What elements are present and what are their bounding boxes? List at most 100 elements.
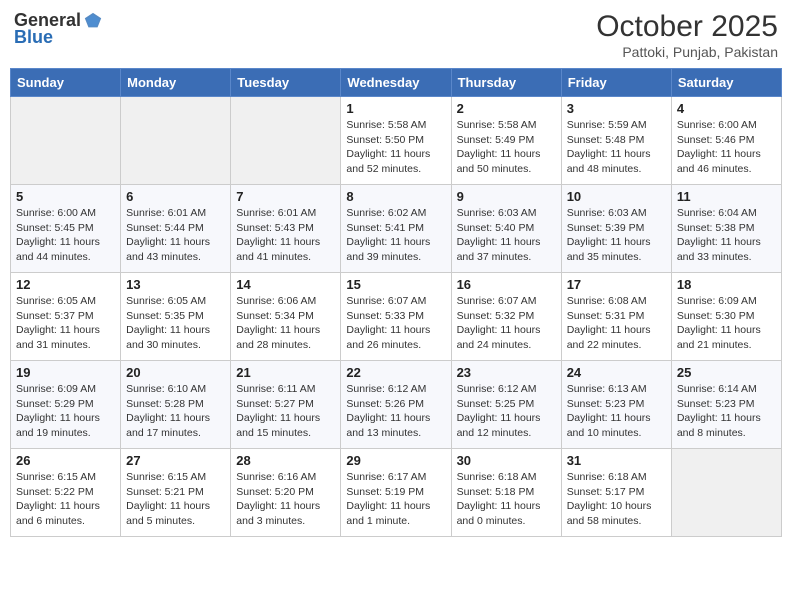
- day-number: 12: [16, 277, 115, 292]
- weekday-header-thursday: Thursday: [451, 69, 561, 97]
- day-number: 9: [457, 189, 556, 204]
- weekday-header-wednesday: Wednesday: [341, 69, 451, 97]
- day-number: 4: [677, 101, 776, 116]
- calendar-cell: 6Sunrise: 6:01 AM Sunset: 5:44 PM Daylig…: [121, 185, 231, 273]
- day-number: 14: [236, 277, 335, 292]
- calendar-cell: 29 Sunrise: 6:17 AM Sunset: 5:19 PM Dayli…: [341, 449, 451, 537]
- day-info: Sunrise: 5:58 AM Sunset: 5:49 PM Dayligh…: [457, 118, 556, 177]
- calendar-cell: 25 Sunrise: 6:14 AM Sunset: 5:23 PM Dayli…: [671, 361, 781, 449]
- day-info: Sunrise: 6:05 AM Sunset: 5:35 PM Dayligh…: [126, 294, 225, 353]
- logo-blue-text: Blue: [14, 27, 53, 48]
- calendar-week-5: 26Sunrise: 6:15 AM Sunset: 5:22 PM Dayli…: [11, 449, 782, 537]
- day-number: 18: [677, 277, 776, 292]
- day-info: Sunrise: 6:13 AM Sunset: 5:23 PM Dayligh…: [567, 382, 666, 441]
- day-number: 11: [677, 189, 776, 204]
- day-info: Sunrise: 6:18 AM Sunset: 5:18 PM Dayligh…: [457, 470, 556, 529]
- calendar-cell: 3 Sunrise: 5:59 AM Sunset: 5:48 PM Daylig…: [561, 97, 671, 185]
- day-info: Sunrise: 6:00 AM Sunset: 5:45 PM Dayligh…: [16, 206, 115, 265]
- day-number: 21: [236, 365, 335, 380]
- calendar-cell: 27 Sunrise: 6:15 AM Sunset: 5:21 PM Dayli…: [121, 449, 231, 537]
- logo: General Blue: [14, 10, 103, 48]
- calendar-cell: 12Sunrise: 6:05 AM Sunset: 5:37 PM Dayli…: [11, 273, 121, 361]
- calendar-cell: 19 Sunrise: 6:09 AM Sunset: 5:29 PM Dayli…: [11, 361, 121, 449]
- day-number: 31: [567, 453, 666, 468]
- day-number: 17: [567, 277, 666, 292]
- day-number: 19: [16, 365, 115, 380]
- day-info: Sunrise: 6:18 AM Sunset: 5:17 PM Dayligh…: [567, 470, 666, 529]
- calendar-cell: 31 Sunrise: 6:18 AM Sunset: 5:17 PM Dayli…: [561, 449, 671, 537]
- day-info: Sunrise: 6:16 AM Sunset: 5:20 PM Dayligh…: [236, 470, 335, 529]
- day-info: Sunrise: 6:11 AM Sunset: 5:27 PM Dayligh…: [236, 382, 335, 441]
- day-info: Sunrise: 6:01 AM Sunset: 5:44 PM Dayligh…: [126, 206, 225, 265]
- calendar-cell: 9 Sunrise: 6:03 AM Sunset: 5:40 PM Daylig…: [451, 185, 561, 273]
- day-info: Sunrise: 5:58 AM Sunset: 5:50 PM Dayligh…: [346, 118, 445, 177]
- calendar-week-1: 1 Sunrise: 5:58 AM Sunset: 5:50 PM Daylig…: [11, 97, 782, 185]
- calendar-week-4: 19 Sunrise: 6:09 AM Sunset: 5:29 PM Dayli…: [11, 361, 782, 449]
- day-info: Sunrise: 6:03 AM Sunset: 5:40 PM Dayligh…: [457, 206, 556, 265]
- calendar-cell: 7Sunrise: 6:01 AM Sunset: 5:43 PM Daylig…: [231, 185, 341, 273]
- weekday-header-sunday: Sunday: [11, 69, 121, 97]
- day-number: 26: [16, 453, 115, 468]
- day-number: 1: [346, 101, 445, 116]
- calendar-cell: 10 Sunrise: 6:03 AM Sunset: 5:39 PM Dayli…: [561, 185, 671, 273]
- weekday-header-saturday: Saturday: [671, 69, 781, 97]
- calendar-cell: [11, 97, 121, 185]
- calendar-table: SundayMondayTuesdayWednesdayThursdayFrid…: [10, 68, 782, 537]
- day-info: Sunrise: 6:07 AM Sunset: 5:33 PM Dayligh…: [346, 294, 445, 353]
- day-number: 15: [346, 277, 445, 292]
- calendar-cell: 1 Sunrise: 5:58 AM Sunset: 5:50 PM Daylig…: [341, 97, 451, 185]
- day-info: Sunrise: 6:17 AM Sunset: 5:19 PM Dayligh…: [346, 470, 445, 529]
- day-number: 2: [457, 101, 556, 116]
- calendar-cell: 17 Sunrise: 6:08 AM Sunset: 5:31 PM Dayli…: [561, 273, 671, 361]
- day-info: Sunrise: 6:07 AM Sunset: 5:32 PM Dayligh…: [457, 294, 556, 353]
- calendar-cell: 2 Sunrise: 5:58 AM Sunset: 5:49 PM Daylig…: [451, 97, 561, 185]
- day-number: 13: [126, 277, 225, 292]
- day-info: Sunrise: 6:03 AM Sunset: 5:39 PM Dayligh…: [567, 206, 666, 265]
- calendar-cell: 30 Sunrise: 6:18 AM Sunset: 5:18 PM Dayli…: [451, 449, 561, 537]
- day-info: Sunrise: 6:12 AM Sunset: 5:26 PM Dayligh…: [346, 382, 445, 441]
- calendar-header-row: SundayMondayTuesdayWednesdayThursdayFrid…: [11, 69, 782, 97]
- page-header: General Blue October 2025 Pattoki, Punja…: [10, 10, 782, 60]
- day-info: Sunrise: 6:12 AM Sunset: 5:25 PM Dayligh…: [457, 382, 556, 441]
- calendar-cell: 28Sunrise: 6:16 AM Sunset: 5:20 PM Dayli…: [231, 449, 341, 537]
- logo-flag-icon: [83, 11, 103, 31]
- calendar-cell: [121, 97, 231, 185]
- day-info: Sunrise: 6:09 AM Sunset: 5:30 PM Dayligh…: [677, 294, 776, 353]
- day-info: Sunrise: 6:01 AM Sunset: 5:43 PM Dayligh…: [236, 206, 335, 265]
- calendar-cell: 22 Sunrise: 6:12 AM Sunset: 5:26 PM Dayli…: [341, 361, 451, 449]
- calendar-cell: 21 Sunrise: 6:11 AM Sunset: 5:27 PM Dayli…: [231, 361, 341, 449]
- title-block: October 2025 Pattoki, Punjab, Pakistan: [596, 10, 778, 60]
- location-subtitle: Pattoki, Punjab, Pakistan: [596, 44, 778, 60]
- calendar-cell: [671, 449, 781, 537]
- day-number: 25: [677, 365, 776, 380]
- day-info: Sunrise: 6:10 AM Sunset: 5:28 PM Dayligh…: [126, 382, 225, 441]
- day-number: 29: [346, 453, 445, 468]
- day-number: 3: [567, 101, 666, 116]
- day-number: 30: [457, 453, 556, 468]
- day-number: 22: [346, 365, 445, 380]
- weekday-header-monday: Monday: [121, 69, 231, 97]
- calendar-cell: 15 Sunrise: 6:07 AM Sunset: 5:33 PM Dayli…: [341, 273, 451, 361]
- day-info: Sunrise: 6:15 AM Sunset: 5:21 PM Dayligh…: [126, 470, 225, 529]
- day-number: 10: [567, 189, 666, 204]
- day-number: 20: [126, 365, 225, 380]
- day-number: 27: [126, 453, 225, 468]
- calendar-cell: 4Sunrise: 6:00 AM Sunset: 5:46 PM Daylig…: [671, 97, 781, 185]
- day-info: Sunrise: 6:06 AM Sunset: 5:34 PM Dayligh…: [236, 294, 335, 353]
- weekday-header-friday: Friday: [561, 69, 671, 97]
- calendar-cell: 16 Sunrise: 6:07 AM Sunset: 5:32 PM Dayli…: [451, 273, 561, 361]
- day-info: Sunrise: 6:14 AM Sunset: 5:23 PM Dayligh…: [677, 382, 776, 441]
- day-number: 23: [457, 365, 556, 380]
- day-info: Sunrise: 6:09 AM Sunset: 5:29 PM Dayligh…: [16, 382, 115, 441]
- day-info: Sunrise: 6:08 AM Sunset: 5:31 PM Dayligh…: [567, 294, 666, 353]
- day-info: Sunrise: 6:02 AM Sunset: 5:41 PM Dayligh…: [346, 206, 445, 265]
- calendar-cell: 24Sunrise: 6:13 AM Sunset: 5:23 PM Dayli…: [561, 361, 671, 449]
- day-info: Sunrise: 6:04 AM Sunset: 5:38 PM Dayligh…: [677, 206, 776, 265]
- calendar-cell: 18 Sunrise: 6:09 AM Sunset: 5:30 PM Dayli…: [671, 273, 781, 361]
- day-number: 16: [457, 277, 556, 292]
- calendar-cell: 23 Sunrise: 6:12 AM Sunset: 5:25 PM Dayli…: [451, 361, 561, 449]
- day-info: Sunrise: 5:59 AM Sunset: 5:48 PM Dayligh…: [567, 118, 666, 177]
- calendar-cell: 5Sunrise: 6:00 AM Sunset: 5:45 PM Daylig…: [11, 185, 121, 273]
- calendar-cell: 26Sunrise: 6:15 AM Sunset: 5:22 PM Dayli…: [11, 449, 121, 537]
- weekday-header-tuesday: Tuesday: [231, 69, 341, 97]
